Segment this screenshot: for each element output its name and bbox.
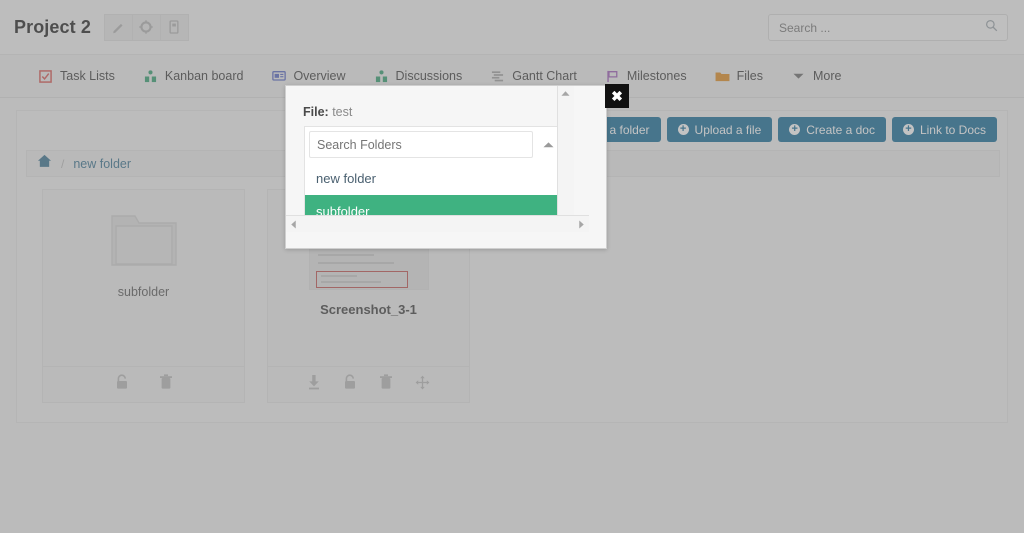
dialog-content: File: test new folder subfolder (286, 86, 589, 232)
folder-search-input[interactable] (309, 131, 533, 158)
scroll-left-arrow-icon[interactable] (290, 220, 297, 229)
modal-overlay[interactable] (0, 0, 1024, 533)
folder-search-row (305, 127, 568, 162)
dialog-file-prefix: File: (303, 105, 329, 119)
dialog-file-value: test (332, 105, 353, 119)
screen: Project 2 Search ... Task Lists Kanban b… (0, 0, 1024, 533)
folder-select: new folder subfolder (304, 126, 569, 229)
scroll-up-arrow-icon[interactable] (561, 90, 570, 97)
close-icon: ✖ (611, 87, 623, 104)
option-label: new folder (316, 171, 376, 186)
dialog-vertical-scrollbar[interactable] (557, 86, 574, 232)
scroll-right-arrow-icon[interactable] (578, 220, 585, 229)
close-dialog-button[interactable]: ✖ (605, 84, 629, 108)
folder-option-new-folder[interactable]: new folder (305, 162, 568, 195)
move-file-dialog: File: test new folder subfolder (285, 85, 607, 249)
dialog-horizontal-scrollbar[interactable] (286, 215, 589, 232)
dialog-file-label: File: test (303, 105, 352, 119)
